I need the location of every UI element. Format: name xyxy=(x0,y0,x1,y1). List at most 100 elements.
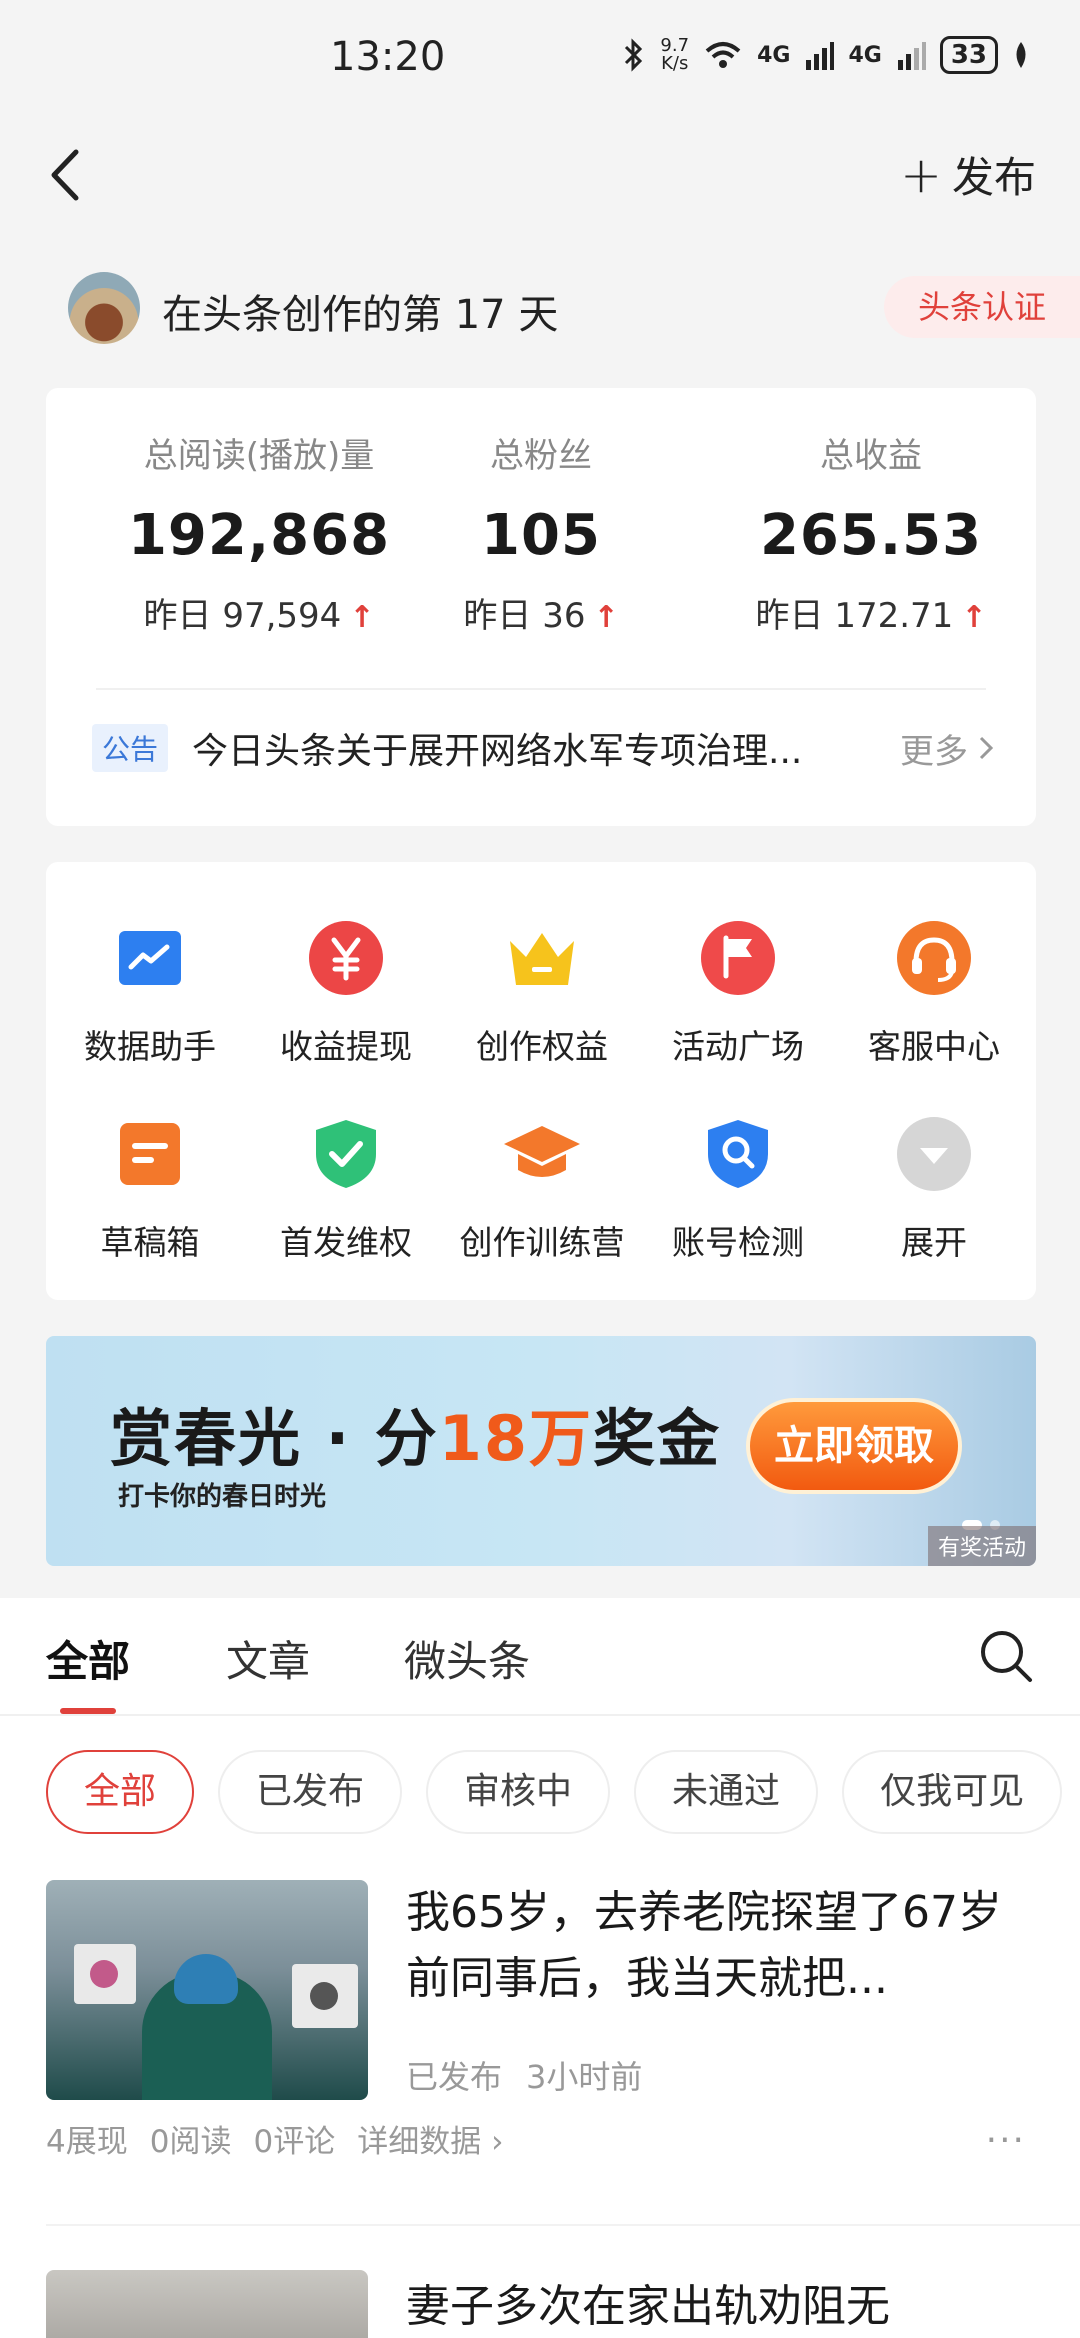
tool-label: 收益提现 xyxy=(280,1027,412,1066)
creation-days-text: 在头条创作的第 17 天 xyxy=(162,292,559,338)
network-type-2: 4G xyxy=(848,42,882,68)
impressions-count: 4展现 xyxy=(46,2124,128,2160)
up-arrow-icon: ↑ xyxy=(593,600,619,635)
draft-icon xyxy=(110,1114,190,1194)
tool-label: 展开 xyxy=(901,1223,967,1262)
verify-badge[interactable]: 头条认证 xyxy=(884,276,1080,338)
headset-icon xyxy=(894,918,974,998)
signal-icon xyxy=(897,42,926,70)
crown-icon xyxy=(502,918,582,998)
tool-label: 草稿箱 xyxy=(100,1223,200,1262)
avatar[interactable] xyxy=(68,272,140,344)
tab-indicator xyxy=(60,1708,116,1714)
expand-icon xyxy=(894,1114,974,1194)
content-tabs: 全部 文章 微头条 xyxy=(0,1598,1080,1716)
signal-icon xyxy=(806,42,835,70)
tool-label: 数据助手 xyxy=(84,1027,216,1066)
search-icon[interactable] xyxy=(976,1626,1036,1686)
tool-label: 创作权益 xyxy=(476,1027,608,1066)
back-icon[interactable] xyxy=(40,140,100,210)
leaf-icon xyxy=(1016,42,1026,68)
stat-value: 105 xyxy=(481,503,601,568)
stat-total-reads[interactable]: 总阅读(播放)量 192,868 昨日 97,594 ↑ xyxy=(94,428,424,637)
tool-label: 账号检测 xyxy=(672,1223,804,1262)
tool-original-protection[interactable]: 首发维权 xyxy=(248,1114,444,1264)
details-link[interactable]: 详细数据 › xyxy=(357,2116,503,2161)
stats-card: 总阅读(播放)量 192,868 昨日 97,594 ↑ 总粉丝 105 昨日 3… xyxy=(46,388,1036,826)
notice-text: 今日头条关于展开网络水军专项治理... xyxy=(192,731,803,772)
promo-banner[interactable]: 赏春光 · 分18万奖金 打卡你的春日时光 立即领取 有奖活动 xyxy=(46,1336,1036,1566)
tool-label: 创作训练营 xyxy=(459,1223,625,1262)
stat-total-fans[interactable]: 总粉丝 105 昨日 36 ↑ xyxy=(376,428,706,637)
claim-now-button[interactable]: 立即领取 xyxy=(746,1398,962,1494)
bluetooth-icon xyxy=(625,38,643,72)
yuan-icon xyxy=(306,918,386,998)
notice-tag: 公告 xyxy=(92,724,169,772)
filter-rejected[interactable]: 未通过 xyxy=(634,1750,819,1834)
divider xyxy=(46,2224,1080,2226)
banner-title: 赏春光 · 分18万奖金 xyxy=(110,1402,722,1475)
stat-label: 总粉丝 xyxy=(490,436,592,476)
stat-total-earnings[interactable]: 总收益 265.53 昨日 172.71 ↑ xyxy=(706,428,1036,637)
stat-value: 265.53 xyxy=(759,503,983,568)
article-item[interactable]: 妻子多次在家出轨劝阻无 xyxy=(46,2270,1036,2338)
top-nav: + 发布 xyxy=(0,120,1080,230)
tool-activity-square[interactable]: 活动广场 xyxy=(640,918,836,1068)
stat-yesterday: 昨日 172.71 ↑ xyxy=(755,596,987,636)
tool-training-camp[interactable]: 创作训练营 xyxy=(444,1114,640,1264)
tool-drafts[interactable]: 草稿箱 xyxy=(52,1114,248,1264)
filter-reviewing[interactable]: 审核中 xyxy=(426,1750,611,1834)
shield-check-icon xyxy=(306,1114,386,1194)
tools-grid: 数据助手 收益提现 创作权益 活动广场 客服中心 草稿箱 首发维权 创作训练营 … xyxy=(46,862,1036,1300)
article-item[interactable]: 我65岁，去养老院探望了67岁前同事后，我当天就把... 已发布 3小时前 4展现… xyxy=(46,1880,1036,2170)
chart-icon xyxy=(110,918,190,998)
flag-icon xyxy=(698,918,778,998)
tab-articles[interactable]: 文章 xyxy=(226,1628,310,1689)
up-arrow-icon: ↑ xyxy=(349,600,375,635)
shield-search-icon xyxy=(698,1114,778,1194)
tool-expand[interactable]: 展开 xyxy=(836,1114,1032,1264)
publish-button[interactable]: + 发布 xyxy=(900,144,1036,205)
reads-count: 0阅读 xyxy=(149,2124,232,2160)
status-filters: 全部 已发布 审核中 未通过 仅我可见 xyxy=(46,1750,1063,1834)
more-options-icon[interactable]: ··· xyxy=(986,2120,1026,2161)
article-stats: 4展现 0阅读 0评论 详细数据 › xyxy=(46,2116,503,2161)
graduation-cap-icon xyxy=(502,1114,582,1194)
tool-customer-service[interactable]: 客服中心 xyxy=(836,918,1032,1068)
publish-label: 发布 xyxy=(951,153,1036,202)
tool-account-check[interactable]: 账号检测 xyxy=(640,1114,836,1264)
plus-icon: + xyxy=(900,145,942,204)
up-arrow-icon: ↑ xyxy=(961,600,987,635)
notice-row[interactable]: 公告 今日头条关于展开网络水军专项治理... 更多 xyxy=(92,718,996,778)
article-thumbnail xyxy=(46,2270,368,2338)
banner-subtitle: 打卡你的春日时光 xyxy=(118,1482,327,1512)
filter-private[interactable]: 仅我可见 xyxy=(842,1750,1063,1834)
tab-micro-posts[interactable]: 微头条 xyxy=(404,1628,530,1689)
tool-data-assistant[interactable]: 数据助手 xyxy=(52,918,248,1068)
chevron-right-icon xyxy=(979,736,994,760)
network-speed: 9.7 K/s xyxy=(660,35,690,74)
filter-all[interactable]: 全部 xyxy=(46,1750,195,1834)
tool-label: 首发维权 xyxy=(280,1223,412,1262)
battery-icon: 33 xyxy=(939,36,998,74)
notice-more-link[interactable]: 更多 xyxy=(900,724,996,773)
tool-creator-benefits[interactable]: 创作权益 xyxy=(444,918,640,1068)
status-time: 13:20 xyxy=(330,34,446,80)
status-icons: 9.7 K/s 4G 4G 33 xyxy=(622,36,1030,74)
profile-row: 在头条创作的第 17 天 头条认证 xyxy=(0,262,1080,356)
tool-label: 活动广场 xyxy=(672,1027,804,1066)
article-title: 我65岁，去养老院探望了67岁前同事后，我当天就把... xyxy=(406,1887,1002,2004)
article-time: 3小时前 xyxy=(526,2058,643,2096)
network-type-1: 4G xyxy=(757,42,791,68)
article-title: 妻子多次在家出轨劝阻无 xyxy=(406,2281,890,2332)
article-status: 已发布 xyxy=(406,2058,503,2096)
filter-published[interactable]: 已发布 xyxy=(218,1750,403,1834)
tab-all[interactable]: 全部 xyxy=(46,1628,130,1689)
status-bar: 13:20 9.7 K/s 4G 4G 33 xyxy=(0,0,1080,120)
tool-withdraw[interactable]: 收益提现 xyxy=(248,918,444,1068)
chevron-right-icon: › xyxy=(491,2124,504,2160)
stat-label: 总收益 xyxy=(820,436,922,476)
comments-count: 0评论 xyxy=(253,2124,336,2160)
stat-yesterday: 昨日 97,594 ↑ xyxy=(143,596,375,636)
banner-tag: 有奖活动 xyxy=(927,1526,1036,1566)
